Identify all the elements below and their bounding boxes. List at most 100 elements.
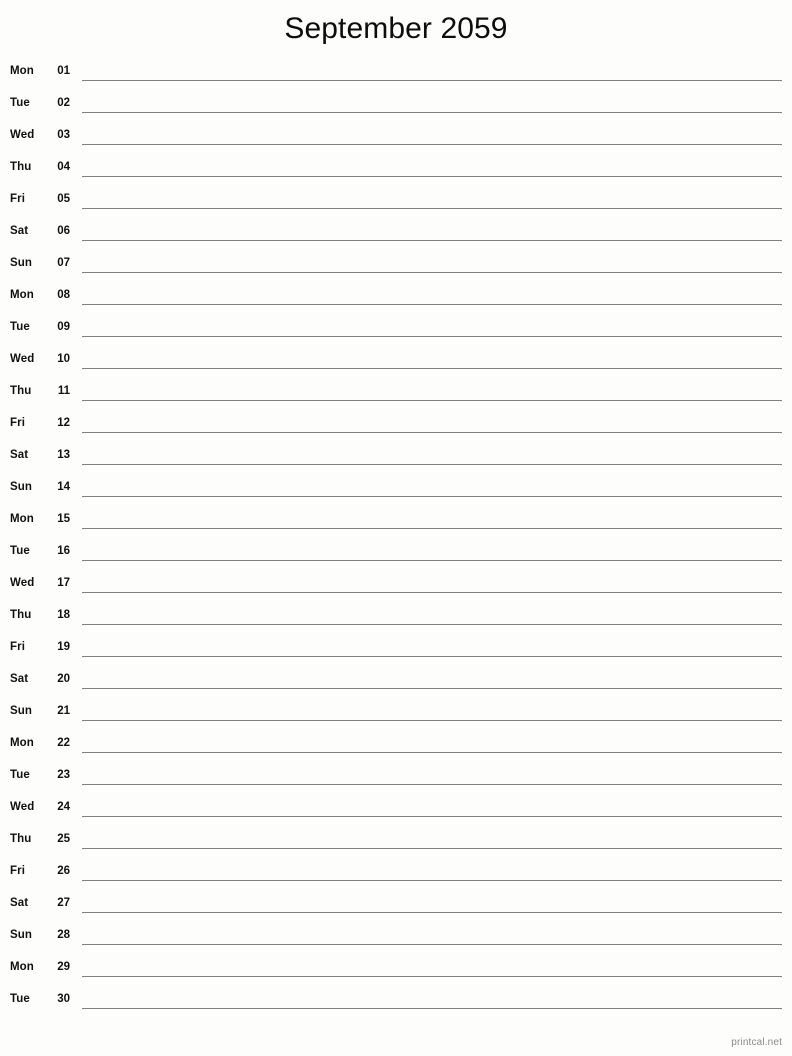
writing-rule-line <box>82 432 782 433</box>
day-of-week-label: Fri <box>10 865 25 877</box>
day-of-week-label: Mon <box>10 65 34 77</box>
day-row[interactable]: Tue 30 <box>10 988 782 1020</box>
day-note-area[interactable] <box>82 348 782 380</box>
day-note-area[interactable] <box>82 764 782 796</box>
day-number-label: 26 <box>57 865 70 877</box>
day-note-area[interactable] <box>82 380 782 412</box>
day-number-label: 21 <box>57 705 70 717</box>
writing-rule-line <box>82 976 782 977</box>
writing-rule-line <box>82 528 782 529</box>
writing-rule-line <box>82 304 782 305</box>
day-of-week-label: Mon <box>10 961 34 973</box>
day-note-area[interactable] <box>82 860 782 892</box>
day-number-label: 10 <box>57 353 70 365</box>
day-row[interactable]: Mon 15 <box>10 508 782 540</box>
day-number-label: 05 <box>57 193 70 205</box>
writing-rule-line <box>82 720 782 721</box>
day-row[interactable]: Fri 12 <box>10 412 782 444</box>
day-note-area[interactable] <box>82 700 782 732</box>
day-row[interactable]: Wed 24 <box>10 796 782 828</box>
day-note-area[interactable] <box>82 540 782 572</box>
day-note-area[interactable] <box>82 796 782 828</box>
day-row[interactable]: Sat 27 <box>10 892 782 924</box>
day-row-list: Mon 01 Tue 02 Wed 03 Thu 04 Fri 05 Sat 06 Sun 07 Mon 08… <box>0 60 792 1020</box>
day-note-area[interactable] <box>82 316 782 348</box>
day-note-area[interactable] <box>82 156 782 188</box>
day-note-area[interactable] <box>82 220 782 252</box>
writing-rule-line <box>82 784 782 785</box>
day-number-label: 29 <box>57 961 70 973</box>
page-header: September 2059 <box>0 0 792 52</box>
writing-rule-line <box>82 944 782 945</box>
day-number-label: 15 <box>57 513 70 525</box>
day-row[interactable]: Tue 09 <box>10 316 782 348</box>
day-number-label: 25 <box>57 833 70 845</box>
day-number-label: 24 <box>57 801 70 813</box>
day-note-area[interactable] <box>82 284 782 316</box>
day-note-area[interactable] <box>82 444 782 476</box>
day-of-week-label: Sat <box>10 897 29 909</box>
day-number-label: 28 <box>57 929 70 941</box>
day-number-label: 07 <box>57 257 70 269</box>
day-note-area[interactable] <box>82 92 782 124</box>
day-note-area[interactable] <box>82 124 782 156</box>
day-number-label: 02 <box>57 97 70 109</box>
day-note-area[interactable] <box>82 60 782 92</box>
day-note-area[interactable] <box>82 476 782 508</box>
writing-rule-line <box>82 144 782 145</box>
writing-rule-line <box>82 912 782 913</box>
writing-rule-line <box>82 816 782 817</box>
day-row[interactable]: Thu 11 <box>10 380 782 412</box>
day-note-area[interactable] <box>82 188 782 220</box>
day-row[interactable]: Sun 14 <box>10 476 782 508</box>
day-note-area[interactable] <box>82 668 782 700</box>
day-of-week-label: Tue <box>10 545 30 557</box>
day-note-area[interactable] <box>82 508 782 540</box>
footer-credit: printcal.net <box>731 1037 782 1048</box>
day-note-area[interactable] <box>82 956 782 988</box>
day-note-area[interactable] <box>82 604 782 636</box>
day-note-area[interactable] <box>82 572 782 604</box>
day-row[interactable]: Tue 23 <box>10 764 782 796</box>
day-note-area[interactable] <box>82 924 782 956</box>
day-row[interactable]: Sat 13 <box>10 444 782 476</box>
day-row[interactable]: Fri 19 <box>10 636 782 668</box>
day-row[interactable]: Sun 21 <box>10 700 782 732</box>
day-number-label: 18 <box>57 609 70 621</box>
day-row[interactable]: Sat 06 <box>10 220 782 252</box>
day-row[interactable]: Mon 22 <box>10 732 782 764</box>
day-row[interactable]: Sun 28 <box>10 924 782 956</box>
day-row[interactable]: Tue 16 <box>10 540 782 572</box>
day-number-label: 19 <box>57 641 70 653</box>
day-row[interactable]: Thu 04 <box>10 156 782 188</box>
day-row[interactable]: Mon 08 <box>10 284 782 316</box>
day-of-week-label: Sun <box>10 705 33 717</box>
day-row[interactable]: Fri 26 <box>10 860 782 892</box>
day-note-area[interactable] <box>82 252 782 284</box>
writing-rule-line <box>82 1008 782 1009</box>
day-row[interactable]: Mon 29 <box>10 956 782 988</box>
day-number-label: 16 <box>57 545 70 557</box>
day-note-area[interactable] <box>82 636 782 668</box>
writing-rule-line <box>82 112 782 113</box>
day-note-area[interactable] <box>82 732 782 764</box>
day-note-area[interactable] <box>82 412 782 444</box>
day-note-area[interactable] <box>82 828 782 860</box>
day-row[interactable]: Thu 25 <box>10 828 782 860</box>
day-number-label: 14 <box>57 481 70 493</box>
day-row[interactable]: Mon 01 <box>10 60 782 92</box>
day-of-week-label: Tue <box>10 321 30 333</box>
day-row[interactable]: Tue 02 <box>10 92 782 124</box>
day-note-area[interactable] <box>82 892 782 924</box>
day-note-area[interactable] <box>82 988 782 1020</box>
day-row[interactable]: Wed 17 <box>10 572 782 604</box>
day-row[interactable]: Sat 20 <box>10 668 782 700</box>
day-row[interactable]: Wed 03 <box>10 124 782 156</box>
day-row[interactable]: Sun 07 <box>10 252 782 284</box>
day-number-label: 27 <box>57 897 70 909</box>
day-row[interactable]: Fri 05 <box>10 188 782 220</box>
day-row[interactable]: Wed 10 <box>10 348 782 380</box>
day-of-week-label: Wed <box>10 577 35 589</box>
day-number-label: 03 <box>57 129 70 141</box>
day-row[interactable]: Thu 18 <box>10 604 782 636</box>
